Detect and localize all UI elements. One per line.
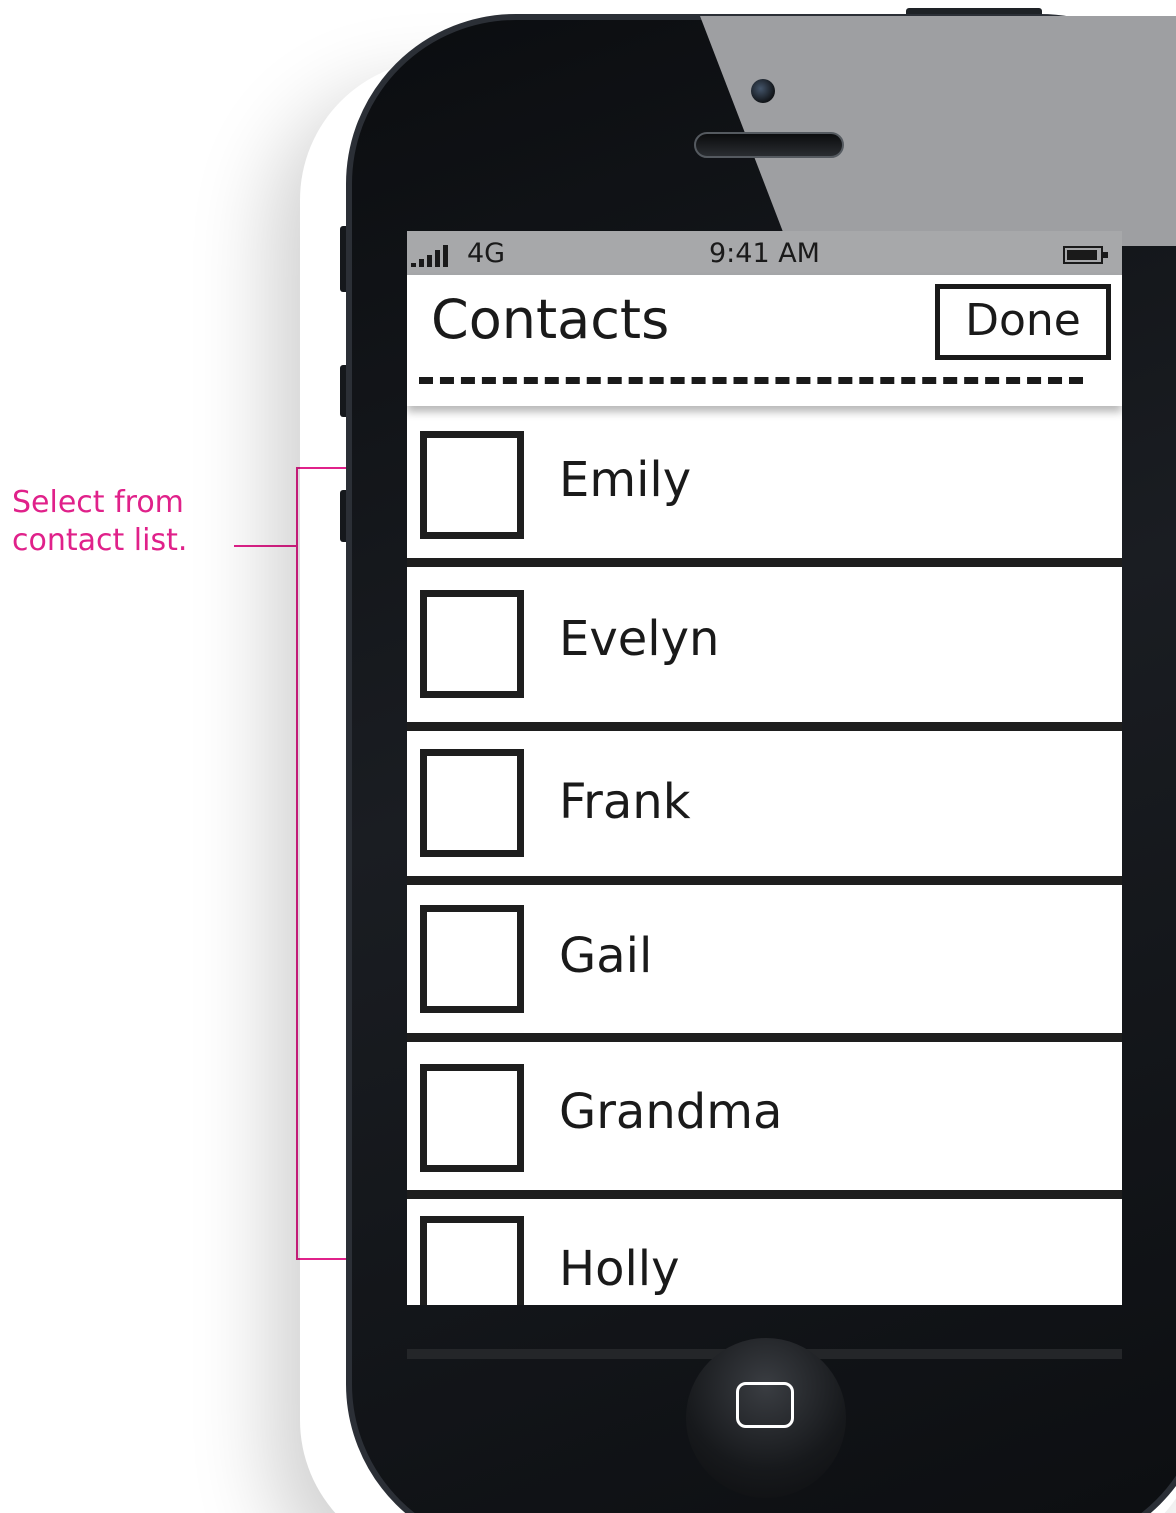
navigation-bar: Contacts Done	[407, 275, 1122, 406]
home-square-icon	[736, 1382, 794, 1428]
status-time: 9:41 AM	[709, 238, 820, 269]
contact-row-emily[interactable]: Emily	[407, 406, 1119, 558]
row-divider	[407, 558, 1122, 567]
contact-checkbox[interactable]	[420, 590, 524, 698]
status-bar: 4G 9:41 AM	[407, 231, 1122, 275]
contact-checkbox[interactable]	[420, 431, 524, 539]
page-title: Contacts	[431, 288, 670, 351]
contact-checkbox[interactable]	[420, 1064, 524, 1172]
contact-row-holly[interactable]: Holly	[407, 1199, 1119, 1305]
contact-checkbox[interactable]	[420, 905, 524, 1013]
annotation-note: Select from contact list.	[12, 485, 188, 558]
contact-row-frank[interactable]: Frank	[407, 731, 1119, 876]
contact-name: Emily	[559, 452, 692, 508]
front-camera-icon	[751, 79, 775, 103]
done-button[interactable]: Done	[935, 284, 1111, 360]
contact-checkbox[interactable]	[420, 749, 524, 857]
contact-name: Gail	[559, 928, 653, 984]
contact-name: Holly	[559, 1241, 680, 1297]
contact-row-grandma[interactable]: Grandma	[407, 1042, 1119, 1190]
contact-checkbox[interactable]	[420, 1216, 524, 1305]
phone-screen: 4G 9:41 AM Contacts Done Emily Evelyn Fr…	[407, 231, 1122, 1305]
contact-name: Frank	[559, 774, 691, 830]
wireframe-stage: Select from contact list. 4G 9:41 AM Con…	[0, 0, 1176, 1513]
row-divider	[407, 876, 1122, 885]
contact-name: Evelyn	[559, 611, 720, 667]
earpiece-speaker	[694, 132, 844, 158]
row-divider	[407, 1033, 1122, 1042]
row-divider	[407, 722, 1122, 731]
annotation-bracket-vertical	[296, 467, 298, 1260]
battery-icon	[1063, 246, 1108, 264]
contact-name: Grandma	[559, 1084, 783, 1140]
annotation-connector	[234, 545, 298, 547]
contact-row-gail[interactable]: Gail	[407, 885, 1119, 1033]
contact-row-evelyn[interactable]: Evelyn	[407, 567, 1119, 722]
dashed-divider	[419, 377, 1083, 384]
row-divider	[407, 1190, 1122, 1199]
